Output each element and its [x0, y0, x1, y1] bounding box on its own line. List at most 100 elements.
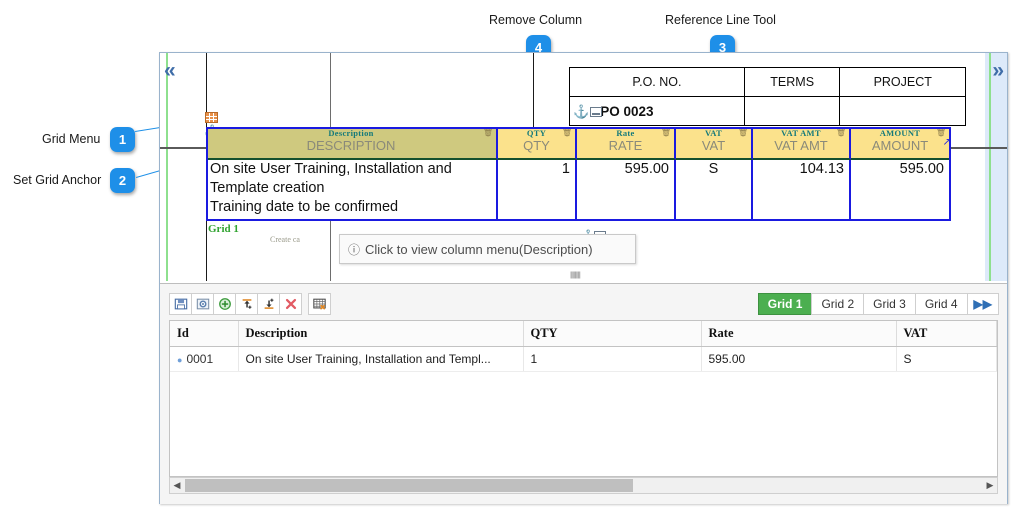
- cell-value: 595.00: [624, 161, 669, 177]
- doc-header-row: P.O. NO. TERMS PROJECT: [569, 67, 966, 97]
- tab-grid-3[interactable]: Grid 3: [863, 293, 916, 315]
- left-rail-guide: [166, 53, 168, 281]
- doc-header-terms: TERMS: [743, 67, 841, 97]
- column-header-name: Description: [328, 128, 374, 138]
- info-icon: ⓘ: [348, 242, 361, 257]
- application-window: « » P.O. NO. TERMS PROJECT ⚓ PO 0023 Des…: [159, 52, 1008, 504]
- collapse-left-icon[interactable]: «: [164, 60, 176, 81]
- grid-data-table[interactable]: Id Description QTY Rate VAT ● 0001 On site Use…: [169, 320, 998, 477]
- callout-label-set-grid-anchor: Set Grid Anchor: [13, 173, 102, 187]
- refresh-button[interactable]: [191, 293, 214, 315]
- anchor-icon-po[interactable]: ⚓: [573, 104, 589, 119]
- remove-column-icon[interactable]: 🗑: [562, 128, 572, 137]
- grid-column-header-amount[interactable]: AMOUNT AMOUNT 🗑 ↗: [851, 127, 951, 160]
- add-icon: [218, 298, 231, 310]
- column-header-caption: VAT: [701, 138, 726, 153]
- insert-below-icon: [264, 298, 273, 309]
- grid-cell-description[interactable]: On site User Training, Installation and T…: [206, 160, 498, 219]
- page-guide-2: [533, 53, 535, 129]
- tab-grid-4[interactable]: Grid 4: [914, 293, 968, 315]
- save-button[interactable]: [169, 293, 192, 315]
- callout-label-grid-menu: Grid Menu: [42, 132, 101, 146]
- grid-column-header-vat[interactable]: VAT VAT 🗑: [676, 127, 753, 160]
- document-header-table: P.O. NO. TERMS PROJECT ⚓ PO 0023: [569, 67, 966, 126]
- callout-label-reference-line-tool: Reference Line Tool: [665, 13, 776, 27]
- grid-toolbar: [169, 293, 331, 315]
- field-box-icon-po[interactable]: [590, 106, 603, 117]
- cell-rate[interactable]: 595.00: [701, 346, 897, 372]
- grid-name-label: Grid 1: [208, 223, 239, 235]
- faint-background-text: Create ca: [270, 235, 300, 244]
- next-tabs-button[interactable]: ▶▶: [966, 293, 999, 315]
- cell-vat[interactable]: S: [896, 346, 997, 372]
- cell-description[interactable]: On site User Training, Installation and …: [238, 346, 524, 372]
- grid-delete-icon: [313, 298, 326, 310]
- column-header-caption: DESCRIPTION: [306, 138, 396, 153]
- grid-header-row: Description DESCRIPTION 🗑 QTY QTY 🗑 Rate RATE 🗑 V…: [206, 127, 951, 160]
- grid-cell-amount[interactable]: 595.00: [851, 160, 951, 219]
- column-header-name: VAT AMT: [781, 128, 821, 138]
- cell-id-text: 0001: [186, 352, 214, 366]
- grid-column-header-qty[interactable]: QTY QTY 🗑: [498, 127, 577, 160]
- remove-column-icon[interactable]: 🗑: [936, 128, 946, 137]
- callout-label-remove-column: Remove Column: [489, 13, 583, 27]
- grid-tab-bar: Grid 1 Grid 2 Grid 3 Grid 4 ▶▶: [757, 293, 999, 315]
- column-header-qty[interactable]: QTY: [523, 321, 702, 347]
- tab-grid-2[interactable]: Grid 2: [811, 293, 865, 315]
- column-menu-tooltip: ⓘ Click to view column menu(Description): [339, 234, 636, 264]
- delete-icon: [285, 298, 296, 310]
- doc-value-po-no[interactable]: ⚓ PO 0023: [569, 96, 745, 126]
- column-header-rate[interactable]: Rate: [701, 321, 897, 347]
- scroll-left-arrow[interactable]: ◀: [170, 480, 184, 491]
- delete-row-button[interactable]: [279, 293, 302, 315]
- scrollbar-thumb[interactable]: [185, 479, 633, 492]
- insert-below-button[interactable]: [257, 293, 280, 315]
- grid-column-header-rate[interactable]: Rate RATE 🗑: [577, 127, 676, 160]
- remove-column-icon[interactable]: 🗑: [836, 128, 846, 137]
- callout-badge-2: 2: [110, 168, 135, 193]
- add-row-button[interactable]: [213, 293, 236, 315]
- cell-id[interactable]: ● 0001: [170, 346, 239, 372]
- template-designer-canvas[interactable]: « » P.O. NO. TERMS PROJECT ⚓ PO 0023 Des…: [160, 53, 1007, 281]
- cell-qty[interactable]: 1: [523, 346, 702, 372]
- save-icon: [174, 298, 187, 310]
- expand-right-icon[interactable]: »: [992, 60, 1004, 81]
- horizontal-scrollbar[interactable]: ◀ ▶: [169, 477, 998, 494]
- doc-value-terms[interactable]: [743, 96, 841, 126]
- column-header-name: Rate: [616, 128, 635, 138]
- remove-column-icon[interactable]: 🗑: [483, 128, 493, 137]
- doc-value-row: ⚓ PO 0023: [569, 96, 966, 126]
- scroll-right-arrow[interactable]: ▶: [983, 480, 997, 491]
- doc-value-project[interactable]: [839, 96, 966, 126]
- doc-header-project: PROJECT: [839, 67, 966, 97]
- column-header-caption: AMOUNT: [871, 138, 929, 153]
- doc-header-po-no: P.O. NO.: [569, 67, 745, 97]
- grid-cell-vat[interactable]: S: [676, 160, 753, 219]
- table-header-row: Id Description QTY Rate VAT: [170, 321, 997, 347]
- grid-menu-icon[interactable]: [205, 112, 218, 123]
- grid-cell-rate[interactable]: 595.00: [577, 160, 676, 219]
- delete-grid-button[interactable]: [308, 293, 331, 315]
- description-line-0: On site User Training, Installation and: [210, 161, 452, 177]
- resize-grip-dots[interactable]: ||||||||||||: [570, 272, 581, 279]
- right-rail: [985, 53, 1007, 281]
- right-rail-guide: [989, 53, 991, 281]
- refresh-icon: [196, 298, 209, 310]
- insert-above-button[interactable]: [235, 293, 258, 315]
- remove-column-icon[interactable]: 🗑: [661, 128, 671, 137]
- column-header-name: AMOUNT: [879, 128, 921, 138]
- column-header-id[interactable]: Id: [170, 321, 239, 347]
- description-line-1: Template creation: [210, 180, 325, 196]
- grid-column-header-vat-amt[interactable]: VAT AMT VAT AMT 🗑: [753, 127, 851, 160]
- table-row[interactable]: ● 0001 On site User Training, Installation…: [170, 346, 997, 372]
- column-resize-handle[interactable]: ↗: [943, 137, 949, 148]
- remove-column-icon[interactable]: 🗑: [738, 128, 748, 137]
- grid-cell-qty[interactable]: 1: [498, 160, 577, 219]
- grid-column-header-description[interactable]: Description DESCRIPTION 🗑: [206, 127, 498, 160]
- column-header-description[interactable]: Description: [238, 321, 524, 347]
- column-header-vat[interactable]: VAT: [896, 321, 997, 347]
- grid-cell-vat-amt[interactable]: 104.13: [753, 160, 851, 219]
- designed-grid[interactable]: Description DESCRIPTION 🗑 QTY QTY 🗑 Rate RATE 🗑 V…: [206, 127, 951, 221]
- insert-above-icon: [242, 299, 251, 309]
- tab-grid-1[interactable]: Grid 1: [757, 293, 813, 315]
